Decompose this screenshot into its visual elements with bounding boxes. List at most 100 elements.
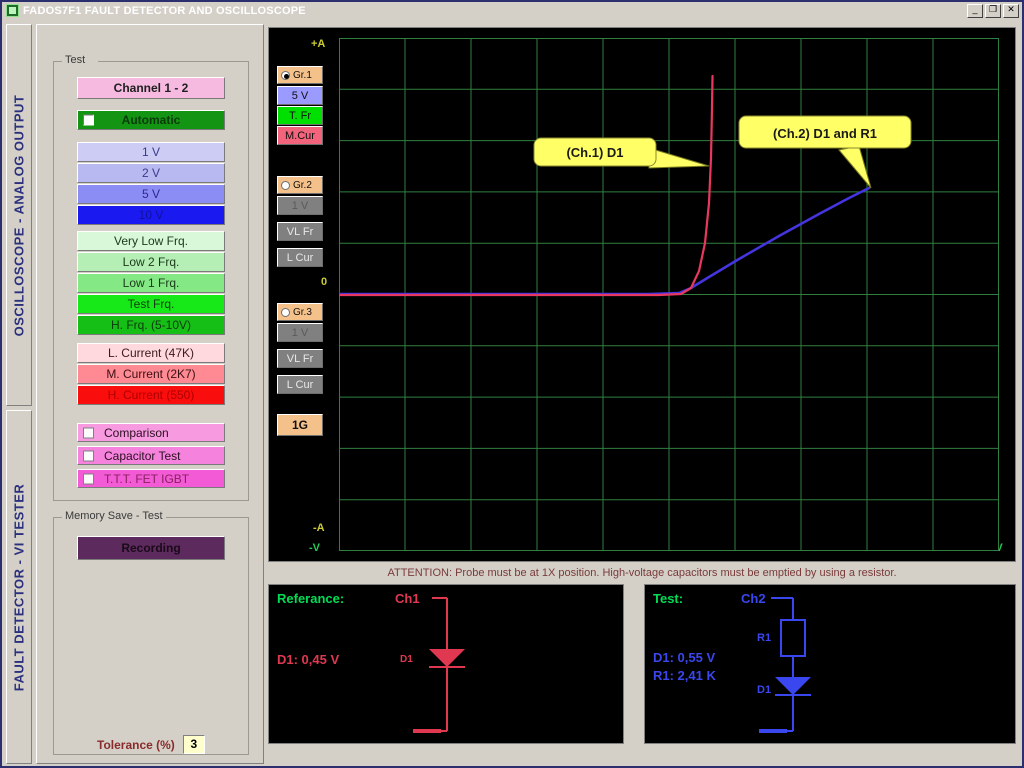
- voltage-button-5v[interactable]: 5 V: [77, 184, 225, 204]
- voltage-button-10v[interactable]: 10 V: [77, 205, 225, 225]
- group1-radio-dot[interactable]: [281, 70, 290, 80]
- close-icon: ✕: [1007, 4, 1015, 14]
- comparison-checkbox[interactable]: [83, 427, 94, 438]
- axis-label-bottom: -A: [313, 522, 325, 534]
- tolerance-label: Tolerance (%): [97, 737, 175, 752]
- current-button-high-label: H. Current (550): [107, 388, 195, 402]
- group3-voltage-label: 1 V: [291, 326, 309, 339]
- gain-button-label: 1G: [291, 418, 308, 432]
- group2-frequency-button[interactable]: VL Fr: [277, 222, 323, 241]
- plot-area[interactable]: (Ch.1) D1 (Ch.2) D1 and R1: [339, 38, 999, 551]
- callout-ch2-text: (Ch.2) D1 and R1: [773, 126, 877, 141]
- rail-bottom-label: FAULT DETECTOR - VI TESTER: [11, 483, 27, 691]
- frequency-button-low2[interactable]: Low 2 Frq.: [77, 252, 225, 272]
- group3-frequency-label: VL Fr: [286, 352, 314, 365]
- reference-circuit-schematic: D1: [400, 597, 465, 733]
- current-button-low[interactable]: L. Current (47K): [77, 343, 225, 363]
- channel-button[interactable]: Channel 1 - 2: [77, 77, 225, 99]
- rail-top-label: OSCILLOSCOPE - ANALOG OUTPUT: [11, 94, 27, 336]
- minimize-icon: _: [972, 4, 978, 14]
- group1-current-label: M.Cur: [285, 129, 315, 142]
- group1-frequency-label: T. Fr: [289, 109, 311, 122]
- current-button-mid-label: M. Current (2K7): [106, 367, 196, 381]
- attention-strip: ATTENTION: Probe must be at 1X position.…: [268, 565, 1016, 581]
- axis-label-x-left: -V: [309, 542, 320, 554]
- title-bar: FADOS7F1 FAULT DETECTOR AND OSCILLOSCOPE…: [2, 2, 1022, 19]
- test-component-label-d1: D1: [757, 684, 771, 696]
- group3-radio[interactable]: Gr.3: [277, 303, 323, 321]
- plot-svg: (Ch.1) D1 (Ch.2) D1 and R1: [339, 38, 999, 551]
- group1-label: Gr.1: [293, 69, 312, 81]
- current-button-mid[interactable]: M. Current (2K7): [77, 364, 225, 384]
- frequency-button-very-low[interactable]: Very Low Frq.: [77, 231, 225, 251]
- group2-radio[interactable]: Gr.2: [277, 176, 323, 194]
- test-circuit-panel: Test: Ch2 D1: 0,55 V R1: 2,41 K R1 D1: [644, 584, 1016, 744]
- frequency-button-low1[interactable]: Low 1 Frq.: [77, 273, 225, 293]
- gain-button[interactable]: 1G: [277, 414, 323, 436]
- group3-frequency-button[interactable]: VL Fr: [277, 349, 323, 368]
- window-title: FADOS7F1 FAULT DETECTOR AND OSCILLOSCOPE: [23, 4, 306, 17]
- recording-button[interactable]: Recording: [77, 536, 225, 560]
- group3-voltage-button[interactable]: 1 V: [277, 323, 323, 342]
- group1-radio[interactable]: Gr.1: [277, 66, 323, 84]
- memory-save-groupbox-title: Memory Save - Test: [62, 510, 166, 522]
- rail-oscilloscope-analog-output[interactable]: OSCILLOSCOPE - ANALOG OUTPUT: [6, 24, 32, 406]
- voltage-button-10v-label: 10 V: [138, 208, 164, 222]
- automatic-button[interactable]: Automatic: [77, 110, 225, 130]
- tolerance-row: Tolerance (%) 3: [97, 735, 205, 754]
- restore-icon: ❐: [988, 4, 998, 14]
- frequency-button-test-label: Test Frq.: [127, 297, 175, 311]
- ttt-fet-igbt-checkbox-button[interactable]: T.T.T. FET IGBT: [77, 469, 225, 488]
- voltage-button-2v-label: 2 V: [141, 166, 160, 180]
- group3-label: Gr.3: [293, 306, 312, 318]
- current-button-low-label: L. Current (47K): [107, 346, 195, 360]
- graph-panel: +A -A 0 -V 0 +V Gr.1 5 V T. Fr M.Cur Gr.…: [268, 27, 1016, 562]
- recording-button-label: Recording: [121, 541, 181, 555]
- close-button[interactable]: ✕: [1003, 4, 1019, 18]
- frequency-button-test[interactable]: Test Frq.: [77, 294, 225, 314]
- group2-radio-dot[interactable]: [281, 180, 290, 190]
- ttt-fet-igbt-checkbox[interactable]: [83, 473, 94, 484]
- callout-ch1-text: (Ch.1) D1: [566, 145, 623, 160]
- rail-fault-detector-vi-tester[interactable]: FAULT DETECTOR - VI TESTER: [6, 410, 32, 764]
- frequency-button-very-low-label: Very Low Frq.: [113, 234, 189, 248]
- group3-radio-dot[interactable]: [281, 307, 290, 317]
- voltage-button-1v[interactable]: 1 V: [77, 142, 225, 162]
- app-icon: [6, 4, 19, 17]
- callout-ch2: (Ch.2) D1 and R1: [738, 115, 912, 149]
- group2-current-label: L Cur: [286, 251, 314, 264]
- minimize-button[interactable]: _: [967, 4, 983, 18]
- group2-frequency-label: VL Fr: [286, 225, 314, 238]
- capacitor-test-checkbox-button[interactable]: Capacitor Test: [77, 446, 225, 465]
- test-groupbox-title: Test: [62, 54, 89, 66]
- restore-button[interactable]: ❐: [985, 4, 1001, 18]
- group3-current-button[interactable]: L Cur: [277, 375, 323, 394]
- group1-current-button[interactable]: M.Cur: [277, 126, 323, 145]
- group2-voltage-button[interactable]: 1 V: [277, 196, 323, 215]
- tolerance-input[interactable]: 3: [182, 735, 205, 754]
- frequency-button-low2-label: Low 2 Frq.: [122, 255, 180, 269]
- axis-label-top: +A: [311, 38, 326, 50]
- group2-current-button[interactable]: L Cur: [277, 248, 323, 267]
- group1-voltage-button[interactable]: 5 V: [277, 86, 323, 105]
- group1-frequency-button[interactable]: T. Fr: [277, 106, 323, 125]
- frequency-button-low1-label: Low 1 Frq.: [122, 276, 180, 290]
- automatic-button-label: Automatic: [121, 113, 181, 127]
- test-component-label-r1: R1: [757, 632, 771, 644]
- frequency-button-high[interactable]: H. Frq. (5-10V): [77, 315, 225, 335]
- comparison-checkbox-button[interactable]: Comparison: [77, 423, 225, 442]
- reference-component-label-d1: D1: [400, 654, 413, 665]
- axis-label-zero: 0: [321, 276, 328, 288]
- capacitor-test-checkbox[interactable]: [83, 450, 94, 461]
- voltage-button-1v-label: 1 V: [141, 145, 160, 159]
- capacitor-test-label: Capacitor Test: [104, 448, 181, 463]
- group1-voltage-label: 5 V: [291, 89, 309, 102]
- voltage-button-2v[interactable]: 2 V: [77, 163, 225, 183]
- reference-circuit-panel: Referance: Ch1 D1: 0,45 V D1: [268, 584, 624, 744]
- automatic-checkbox[interactable]: [83, 114, 94, 126]
- group2-voltage-label: 1 V: [291, 199, 309, 212]
- current-button-high[interactable]: H. Current (550): [77, 385, 225, 405]
- group3-current-label: L Cur: [286, 378, 314, 391]
- comparison-label: Comparison: [104, 425, 169, 440]
- callout-ch1: (Ch.1) D1: [533, 137, 657, 167]
